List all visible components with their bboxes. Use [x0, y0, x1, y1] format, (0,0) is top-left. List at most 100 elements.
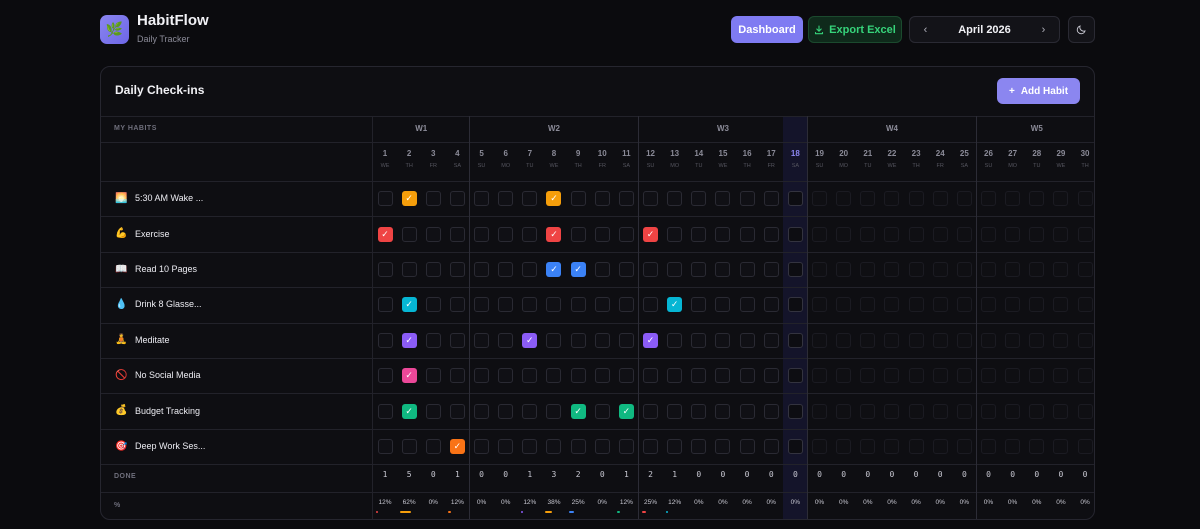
checkbox[interactable]	[715, 297, 731, 313]
checkbox[interactable]	[667, 439, 683, 454]
checkbox[interactable]	[401, 226, 417, 242]
checkbox[interactable]	[546, 297, 562, 313]
checkbox[interactable]	[401, 262, 417, 277]
checkbox-checked[interactable]: ✓	[401, 368, 417, 384]
checkbox-checked[interactable]: ✓	[570, 403, 586, 419]
checkbox[interactable]	[474, 439, 490, 454]
checkbox[interactable]	[474, 403, 490, 419]
checkbox[interactable]	[474, 191, 490, 207]
checkbox[interactable]	[715, 191, 731, 207]
checkbox[interactable]	[691, 191, 707, 207]
checkbox[interactable]	[377, 191, 393, 207]
checkbox[interactable]	[522, 297, 538, 313]
checkbox[interactable]	[425, 368, 441, 384]
checkbox[interactable]	[546, 368, 562, 384]
checkbox[interactable]	[739, 226, 755, 242]
checkbox[interactable]	[425, 226, 441, 242]
checkbox[interactable]	[449, 297, 465, 313]
checkbox[interactable]	[667, 403, 683, 419]
checkbox[interactable]	[643, 368, 659, 384]
checkbox[interactable]	[570, 368, 586, 384]
checkbox[interactable]	[546, 332, 562, 348]
checkbox[interactable]	[787, 297, 803, 313]
checkbox[interactable]	[425, 297, 441, 313]
checkbox[interactable]	[739, 403, 755, 419]
checkbox-checked[interactable]: ✓	[643, 332, 659, 348]
checkbox[interactable]	[594, 191, 610, 207]
checkbox[interactable]	[570, 297, 586, 313]
checkbox[interactable]	[425, 403, 441, 419]
checkbox-checked[interactable]: ✓	[546, 262, 562, 277]
checkbox-checked[interactable]: ✓	[570, 262, 586, 277]
checkbox[interactable]	[449, 368, 465, 384]
dashboard-button[interactable]: Dashboard	[731, 16, 803, 43]
checkbox[interactable]	[377, 332, 393, 348]
checkbox[interactable]	[643, 297, 659, 313]
checkbox[interactable]	[594, 262, 610, 277]
checkbox[interactable]	[715, 403, 731, 419]
checkbox-checked[interactable]: ✓	[618, 403, 634, 419]
checkbox[interactable]	[787, 368, 803, 384]
checkbox[interactable]	[449, 332, 465, 348]
checkbox[interactable]	[618, 439, 634, 454]
checkbox[interactable]	[522, 226, 538, 242]
chevron-right-icon[interactable]: ›	[1035, 21, 1052, 38]
checkbox-checked[interactable]: ✓	[522, 332, 538, 348]
checkbox[interactable]	[594, 403, 610, 419]
checkbox-checked[interactable]: ✓	[643, 226, 659, 242]
checkbox[interactable]	[474, 368, 490, 384]
checkbox[interactable]	[425, 332, 441, 348]
checkbox[interactable]	[787, 403, 803, 419]
checkbox[interactable]	[763, 226, 779, 242]
checkbox[interactable]	[643, 262, 659, 277]
checkbox-checked[interactable]: ✓	[546, 191, 562, 207]
checkbox[interactable]	[739, 439, 755, 454]
checkbox[interactable]	[618, 368, 634, 384]
checkbox[interactable]	[570, 226, 586, 242]
checkbox[interactable]	[739, 297, 755, 313]
add-habit-button[interactable]: + Add Habit	[997, 78, 1080, 104]
checkbox[interactable]	[618, 191, 634, 207]
checkbox[interactable]	[546, 403, 562, 419]
checkbox[interactable]	[715, 226, 731, 242]
checkbox[interactable]	[739, 191, 755, 207]
checkbox-checked[interactable]: ✓	[546, 226, 562, 242]
checkbox[interactable]	[763, 191, 779, 207]
checkbox[interactable]	[498, 403, 514, 419]
checkbox[interactable]	[594, 226, 610, 242]
checkbox[interactable]	[787, 262, 803, 277]
checkbox[interactable]	[739, 368, 755, 384]
checkbox[interactable]	[594, 439, 610, 454]
checkbox[interactable]	[522, 368, 538, 384]
checkbox[interactable]	[763, 368, 779, 384]
checkbox[interactable]	[522, 403, 538, 419]
theme-toggle-button[interactable]	[1068, 16, 1095, 43]
checkbox[interactable]	[498, 368, 514, 384]
checkbox[interactable]	[449, 403, 465, 419]
checkbox-checked[interactable]: ✓	[667, 297, 683, 313]
checkbox[interactable]	[667, 226, 683, 242]
checkbox[interactable]	[425, 262, 441, 277]
checkbox[interactable]	[763, 439, 779, 454]
checkbox[interactable]	[474, 297, 490, 313]
checkbox[interactable]	[618, 332, 634, 348]
checkbox[interactable]	[667, 262, 683, 277]
checkbox[interactable]	[691, 439, 707, 454]
checkbox[interactable]	[691, 226, 707, 242]
checkbox[interactable]	[377, 439, 393, 454]
checkbox[interactable]	[377, 403, 393, 419]
checkbox[interactable]	[498, 332, 514, 348]
checkbox[interactable]	[715, 439, 731, 454]
checkbox[interactable]	[691, 403, 707, 419]
checkbox-checked[interactable]: ✓	[401, 403, 417, 419]
checkbox[interactable]	[377, 262, 393, 277]
checkbox[interactable]	[498, 439, 514, 454]
checkbox[interactable]	[763, 297, 779, 313]
checkbox[interactable]	[570, 439, 586, 454]
checkbox[interactable]	[594, 368, 610, 384]
checkbox[interactable]	[787, 439, 803, 454]
checkbox[interactable]	[425, 439, 441, 454]
checkbox[interactable]	[618, 262, 634, 277]
checkbox[interactable]	[522, 191, 538, 207]
checkbox[interactable]	[594, 297, 610, 313]
